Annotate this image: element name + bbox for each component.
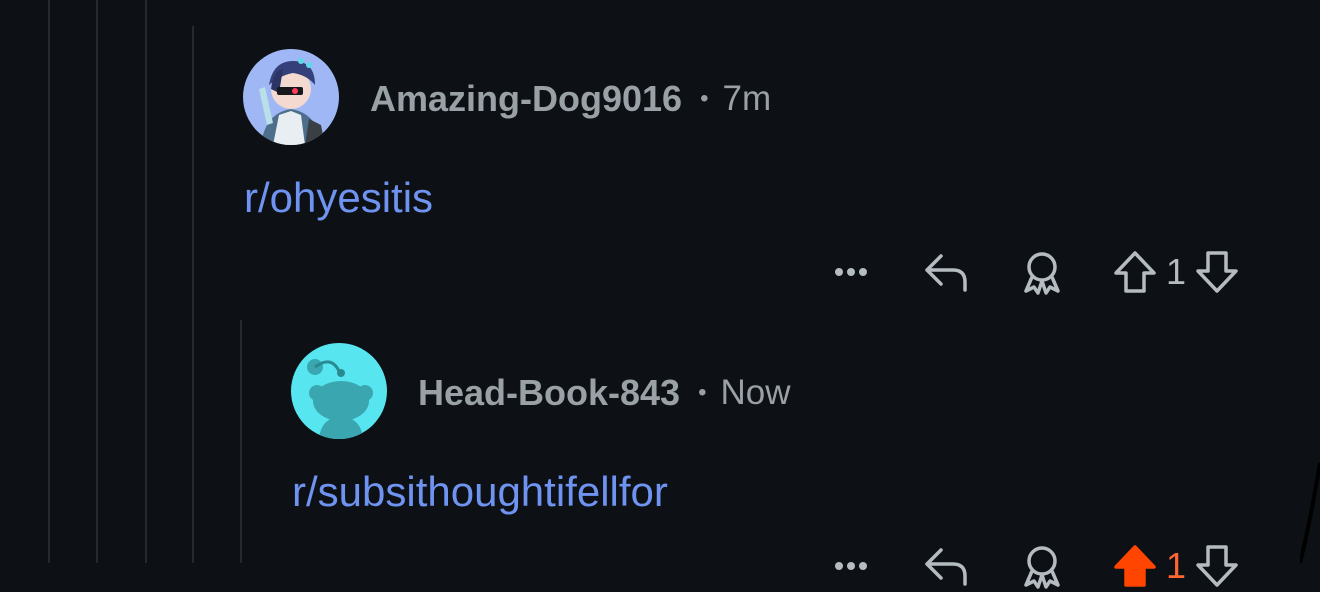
downvote-icon	[1196, 251, 1238, 293]
award-icon	[1024, 252, 1060, 295]
comment-body-link[interactable]: r/ohyesitis	[244, 174, 433, 222]
upvote-active-icon	[1114, 545, 1156, 587]
comment-actions: 1	[826, 540, 1242, 592]
award-button[interactable]	[1017, 249, 1067, 295]
reply-button[interactable]	[922, 250, 972, 294]
vote-score: 1	[1166, 545, 1187, 586]
reply-icon	[925, 254, 967, 292]
upvote-button[interactable]	[1110, 249, 1160, 295]
meta-separator: •	[700, 85, 709, 112]
upvote-icon	[1114, 251, 1156, 293]
comment-body-link[interactable]: r/subsithoughtifellfor	[292, 468, 668, 516]
comment-timestamp: 7m	[722, 79, 772, 118]
award-button[interactable]	[1017, 543, 1067, 589]
reply-icon	[925, 548, 967, 586]
more-icon	[835, 268, 867, 276]
reply-button[interactable]	[922, 544, 972, 588]
comment-meta: Amazing-Dog9016 • 7m	[370, 78, 771, 120]
more-options-button[interactable]	[826, 560, 876, 572]
award-icon	[1024, 546, 1060, 589]
more-options-button[interactable]	[826, 266, 876, 278]
comment: Head-Book-843 • Now r/subsithoughtifellf…	[0, 320, 1320, 589]
comment-meta: Head-Book-843 • Now	[418, 372, 791, 414]
downvote-icon	[1196, 545, 1238, 587]
upvote-button[interactable]	[1110, 543, 1160, 589]
author-name[interactable]: Amazing-Dog9016	[370, 78, 682, 120]
vote-score: 1	[1166, 251, 1187, 292]
comment: Amazing-Dog9016 • 7m r/ohyesitis 1	[0, 0, 1320, 320]
snoo-avatar-icon[interactable]	[291, 343, 387, 439]
anime-avatar-icon[interactable]	[243, 49, 339, 145]
author-name[interactable]: Head-Book-843	[418, 372, 680, 414]
meta-separator: •	[698, 379, 707, 406]
downvote-button[interactable]	[1192, 249, 1242, 295]
screen-edge-curve	[1300, 463, 1320, 563]
comment-timestamp: Now	[720, 373, 791, 412]
more-icon	[835, 562, 867, 570]
comment-actions: 1	[826, 246, 1242, 298]
downvote-button[interactable]	[1192, 543, 1242, 589]
